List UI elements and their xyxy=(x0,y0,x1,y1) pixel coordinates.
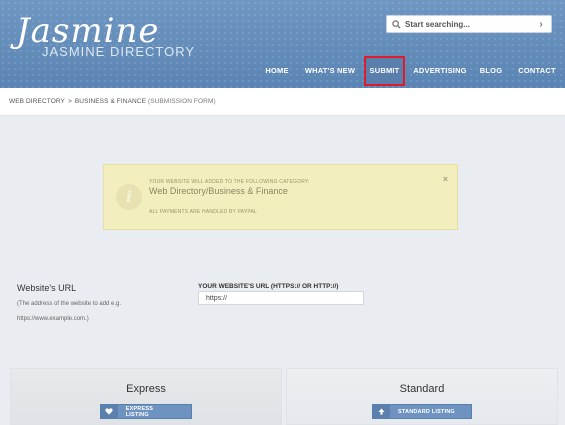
logo-script-text: Jasmine xyxy=(16,11,160,51)
nav-whats-new[interactable]: WHAT'S NEW xyxy=(300,58,360,84)
main-nav: HOME WHAT'S NEW SUBMIT ADVERTISING BLOG … xyxy=(0,56,565,86)
notice-payment-line: ALL PAYMENTS ARE HANDLED BY PAYPAL xyxy=(149,209,258,215)
standard-listing-button[interactable]: STANDARD LISTING xyxy=(372,404,472,419)
url-section-title: Website's URL xyxy=(17,283,77,293)
info-icon: i xyxy=(116,184,142,210)
standard-listing-label: STANDARD LISTING xyxy=(398,408,455,415)
search-input[interactable] xyxy=(405,17,533,31)
express-listing-label: EXPRESS LISTING xyxy=(125,405,154,418)
breadcrumb-bar: WEB DIRECTORY > BUSINESS & FINANCE (SUBMIS… xyxy=(0,88,565,116)
nav-contact[interactable]: CONTACT xyxy=(513,58,561,84)
breadcrumb-root[interactable]: WEB DIRECTORY xyxy=(9,98,65,105)
notice-category-name: Web Directory/Business & Finance xyxy=(149,186,288,196)
website-url-input[interactable] xyxy=(198,291,364,305)
url-field-label: YOUR WEBSITE'S URL (HTTPS:// OR HTTP://) xyxy=(198,283,339,290)
nav-blog[interactable]: BLOG xyxy=(476,58,506,84)
nav-advertising[interactable]: ADVERTISING xyxy=(412,58,468,84)
category-notice: i YOUR WEBSITE WILL ADDED TO THE FOLLOWI… xyxy=(103,164,458,230)
arrow-up-icon xyxy=(373,405,390,418)
notice-category-line: YOUR WEBSITE WILL ADDED TO THE FOLLOWING… xyxy=(149,179,310,185)
breadcrumb-current[interactable]: BUSINESS & FINANCE xyxy=(75,98,146,105)
listing-plans: Express EXPRESS LISTING Standard STANDAR… xyxy=(10,368,558,425)
nav-home[interactable]: HOME xyxy=(259,58,295,84)
url-help-text: (The address of the website to add e.g. xyxy=(17,301,122,307)
plan-standard: Standard STANDARD LISTING xyxy=(286,368,558,425)
site-logo[interactable]: Jasmine JASMINE DIRECTORY xyxy=(16,14,195,59)
plan-express-title: Express xyxy=(126,383,166,395)
breadcrumb-suffix: (SUBMISSION FORM) xyxy=(147,98,216,105)
plan-express: Express EXPRESS LISTING xyxy=(10,368,282,425)
breadcrumb: WEB DIRECTORY > BUSINESS & FINANCE (SUBMIS… xyxy=(9,98,216,105)
search-submit-button[interactable]: › xyxy=(533,16,549,32)
express-listing-button[interactable]: EXPRESS LISTING xyxy=(100,404,192,419)
nav-submit[interactable]: SUBMIT xyxy=(364,56,405,86)
breadcrumb-separator: > xyxy=(67,98,72,105)
close-icon[interactable]: × xyxy=(443,174,448,184)
heart-icon xyxy=(101,405,118,418)
search-box: › xyxy=(386,15,552,33)
logo-subtitle: JASMINE DIRECTORY xyxy=(42,44,196,59)
plan-standard-title: Standard xyxy=(399,383,445,395)
url-help-example: https://www.example.com.) xyxy=(17,316,89,322)
site-header: Jasmine JASMINE DIRECTORY › HOME WHAT'S … xyxy=(0,0,565,88)
search-icon xyxy=(387,16,405,32)
